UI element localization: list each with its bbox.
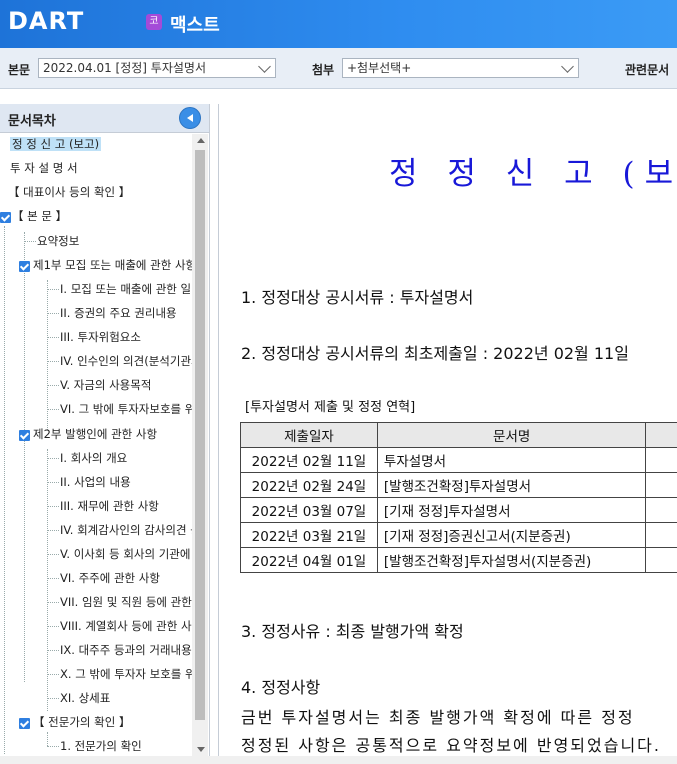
- main-doc-select-value: 2022.04.01 [정정] 투자설명서: [43, 61, 206, 75]
- doc-name-cell: [발행조건확정]투자설명서: [376, 472, 647, 498]
- table-row: 2022년 02월 24일 [발행조건확정]투자설명서: [240, 472, 677, 498]
- scrollbar-thumb[interactable]: [195, 150, 205, 720]
- section-2: 2. 정정대상 공시서류의 최초제출일 : 2022년 02월 11일: [241, 344, 629, 363]
- toc-item[interactable]: II. 사업의 내용: [60, 472, 192, 492]
- date-cell: 2022년 02월 11일: [240, 447, 378, 473]
- toc-item[interactable]: VII. 임원 및 직원 등에 관한 사항: [60, 592, 192, 612]
- note-cell: [645, 472, 677, 498]
- toc-item[interactable]: VI. 그 밖에 투자자보호를 위해 필요한 사항: [60, 399, 192, 419]
- attachment-label: 첨부: [312, 63, 335, 77]
- toc-item[interactable]: V. 자금의 사용목적: [60, 375, 192, 395]
- history-table: 제출일자 문서명 비고 2022년 02월 11일 투자설명서 2022년 02…: [240, 422, 677, 573]
- toc-item[interactable]: 【 대표이사 등의 확인 】: [8, 182, 130, 202]
- note-cell: [645, 547, 677, 573]
- column-header: 문서명: [376, 422, 647, 448]
- horizontal-scrollbar[interactable]: [0, 756, 677, 764]
- table-row: 2022년 04월 01일 [발행조건확정]투자설명서(지분증권): [240, 547, 677, 573]
- toc-item[interactable]: XI. 상세표: [60, 688, 192, 708]
- toc-item[interactable]: 요약정보: [37, 231, 79, 251]
- toc-item[interactable]: 제1부 모집 또는 매출에 관한 사항: [33, 255, 192, 275]
- main-doc-label: 본문: [8, 63, 31, 77]
- toc-item[interactable]: II. 증권의 주요 권리내용: [60, 303, 192, 323]
- body-paragraph: 정정된 사항은 공통적으로 요약정보에 반영되었습니다.: [241, 736, 661, 755]
- toc-item[interactable]: X. 그 밖에 투자자 보호를 위하여 필요한 사항: [60, 664, 192, 684]
- toc-item[interactable]: 【 전문가의 확인 】: [33, 712, 192, 732]
- collapse-sidebar-icon[interactable]: [179, 107, 201, 129]
- toc-title: 문서목차: [8, 114, 56, 129]
- toc-item[interactable]: III. 투자위험요소: [60, 327, 192, 347]
- attachment-select-value: +첨부선택+: [347, 61, 412, 75]
- date-cell: 2022년 03월 07일: [240, 497, 378, 523]
- document-toolbar: 본문 2022.04.01 [정정] 투자설명서 첨부 +첨부선택+ 관련문서: [0, 48, 677, 89]
- note-cell: [645, 447, 677, 473]
- toc-item[interactable]: VI. 주주에 관한 사항: [60, 568, 192, 588]
- column-header: 제출일자: [240, 422, 378, 448]
- expand-toggle-icon[interactable]: [19, 430, 30, 441]
- toc-item[interactable]: I. 회사의 개요: [60, 448, 192, 468]
- toc-item[interactable]: 【 본 문 】: [12, 206, 67, 226]
- date-cell: 2022년 02월 24일: [240, 472, 378, 498]
- toc-scrollbar[interactable]: [192, 134, 208, 756]
- toc-item[interactable]: 1. 전문가의 확인: [60, 736, 192, 756]
- expand-toggle-icon[interactable]: [19, 261, 30, 272]
- dart-logo[interactable]: DART: [8, 7, 84, 35]
- company-name: 맥스트: [170, 15, 220, 36]
- company-badge-icon: 코: [146, 14, 162, 30]
- toc-item[interactable]: V. 이사회 등 회사의 기관에 관한 사항: [60, 544, 192, 564]
- scroll-down-icon[interactable]: [197, 747, 205, 752]
- table-row: 2022년 03월 07일 [기재 정정]투자설명서: [240, 497, 677, 523]
- doc-name-cell: [기재 정정]증권신고서(지분증권): [376, 522, 647, 548]
- expand-toggle-icon[interactable]: [0, 212, 11, 223]
- main-doc-select[interactable]: 2022.04.01 [정정] 투자설명서: [38, 58, 276, 78]
- body-paragraph: 금번 투자설명서는 최종 발행가액 확정에 따른 정정: [241, 708, 635, 727]
- section-4: 4. 정정사항: [241, 678, 321, 697]
- toc-item[interactable]: 정 정 신 고 (보고): [10, 134, 102, 154]
- toc-item[interactable]: IX. 대주주 등과의 거래내용: [60, 640, 192, 660]
- doc-name-cell: 투자설명서: [376, 447, 647, 473]
- doc-name-cell: [발행조건확정]투자설명서(지분증권): [376, 547, 647, 573]
- table-header-row: 제출일자 문서명 비고: [240, 422, 677, 448]
- table-row: 2022년 02월 11일 투자설명서: [240, 447, 677, 473]
- related-docs-label[interactable]: 관련문서: [625, 61, 669, 78]
- doc-name-cell: [기재 정정]투자설명서: [376, 497, 647, 523]
- section-1: 1. 정정대상 공시서류 : 투자설명서: [241, 288, 474, 307]
- toc-item[interactable]: 제2부 발행인에 관한 사항: [33, 424, 192, 444]
- toc-sidebar: 문서목차 정 정 신 고 (보고) 투 자 설 명 서 【 대표이사 등의 확인…: [0, 104, 210, 764]
- scroll-up-icon[interactable]: [197, 138, 205, 143]
- chevron-down-icon: [258, 60, 271, 73]
- column-header: 비고: [645, 422, 677, 448]
- document-viewer: 정 정 신 고 (보고) 1. 정정대상 공시서류 : 투자설명서 2. 정정대…: [218, 104, 677, 764]
- note-cell: [645, 522, 677, 548]
- document-title: 정 정 신 고 (보고): [389, 156, 677, 192]
- toc-item[interactable]: VIII. 계열회사 등에 관한 사항: [60, 616, 192, 636]
- expand-toggle-icon[interactable]: [19, 718, 30, 729]
- section-3: 3. 정정사유 : 최종 발행가액 확정: [241, 622, 464, 641]
- toc-item[interactable]: III. 재무에 관한 사항: [60, 496, 192, 516]
- toc-item[interactable]: I. 모집 또는 매출에 관한 일반사항: [60, 279, 192, 299]
- table-row: 2022년 03월 21일 [기재 정정]증권신고서(지분증권): [240, 522, 677, 548]
- history-caption: [투자설명서 제출 및 정정 연혁]: [245, 400, 416, 415]
- note-cell: [645, 497, 677, 523]
- toc-item[interactable]: IV. 인수인의 의견(분석기관의 평가의견): [60, 351, 192, 371]
- date-cell: 2022년 04월 01일: [240, 547, 378, 573]
- toc-item[interactable]: 투 자 설 명 서: [10, 158, 78, 178]
- toc-item[interactable]: IV. 회계감사인의 감사의견 등: [60, 520, 192, 540]
- chevron-down-icon: [561, 60, 574, 73]
- attachment-select[interactable]: +첨부선택+: [342, 58, 579, 78]
- toc-header: 문서목차: [0, 104, 209, 133]
- toc-tree: 정 정 신 고 (보고) 투 자 설 명 서 【 대표이사 등의 확인 】 【 …: [0, 134, 192, 756]
- date-cell: 2022년 03월 21일: [240, 522, 378, 548]
- app-header: DART 코 맥스트: [0, 0, 677, 48]
